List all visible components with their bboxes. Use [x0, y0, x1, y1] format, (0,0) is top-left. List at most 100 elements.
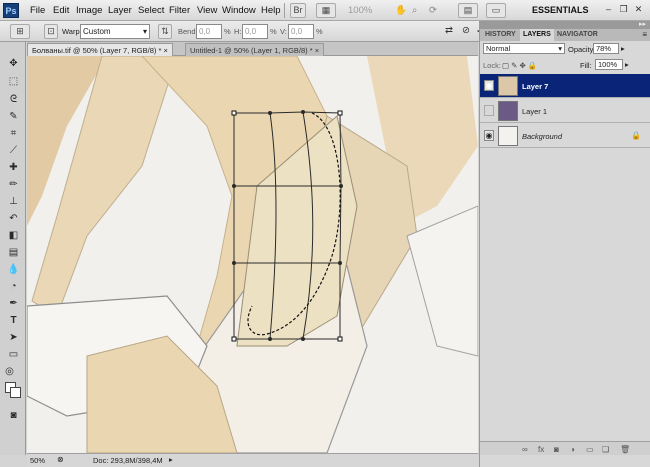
- fill-arrow-icon[interactable]: ▸: [625, 60, 629, 69]
- tab-label: Untitled-1 @ 50% (Layer 1, RGB/8) *: [190, 46, 313, 55]
- new-layer-icon[interactable]: ❏: [602, 445, 609, 454]
- quick-select-tool-icon[interactable]: ✎: [5, 109, 22, 124]
- menu-layer[interactable]: Layer: [108, 5, 132, 16]
- visibility-eye-icon[interactable]: ◉: [484, 130, 494, 141]
- toggle-warp-icon[interactable]: ⇄: [445, 25, 453, 36]
- layer-row-layer-1[interactable]: Layer 1: [480, 99, 650, 123]
- lasso-tool-icon[interactable]: ᘓ: [5, 92, 22, 107]
- artwork: [27, 56, 478, 453]
- document-canvas[interactable]: [27, 56, 478, 453]
- healing-brush-tool-icon[interactable]: ✚: [5, 160, 22, 175]
- bend-label: Bend:: [178, 27, 198, 36]
- panel-header-bar: [480, 21, 650, 29]
- adjustment-layer-icon[interactable]: ◑: [570, 445, 575, 454]
- fill-input[interactable]: 100%: [595, 59, 623, 70]
- photoshop-logo-icon: Ps: [3, 3, 19, 18]
- hand-tool-icon[interactable]: ✋: [395, 5, 407, 16]
- close-tab-icon[interactable]: ×: [315, 46, 319, 55]
- blend-mode-select[interactable]: Normal ▾: [483, 43, 565, 54]
- lock-icons[interactable]: ▢ ✎ ✥ 🔒: [502, 61, 537, 70]
- v-input[interactable]: 0,0: [288, 24, 314, 39]
- status-doc-size: Doc: 293,8M/398,4M: [93, 456, 163, 465]
- dodge-tool-icon[interactable]: ◔: [5, 279, 22, 294]
- gradient-tool-icon[interactable]: ▤: [5, 245, 22, 260]
- zoom-level[interactable]: 100%: [348, 5, 372, 16]
- warp-style-value: Custom: [83, 27, 111, 36]
- tab-history[interactable]: HISTORY: [482, 29, 519, 41]
- path-selection-tool-icon[interactable]: ➤: [5, 330, 22, 345]
- close-tab-icon[interactable]: ×: [163, 46, 167, 55]
- menu-file[interactable]: File: [30, 5, 45, 16]
- document-tabs: Болваны.tif @ 50% (Layer 7, RGB/8) * × U…: [27, 42, 478, 56]
- add-mask-icon[interactable]: ◙: [554, 445, 559, 454]
- h-unit: %: [270, 27, 277, 36]
- new-group-icon[interactable]: ▭: [586, 445, 594, 454]
- pen-tool-icon[interactable]: ✒: [5, 296, 22, 311]
- tab-navigator[interactable]: NAVIGATOR: [554, 29, 601, 41]
- zoom-tool-icon[interactable]: ⌕: [412, 5, 417, 16]
- crop-tool-icon[interactable]: ⌗: [5, 126, 22, 141]
- blend-mode-value: Normal: [486, 44, 511, 53]
- status-zoom[interactable]: 50%: [30, 456, 45, 465]
- tab-untitled-document[interactable]: Untitled-1 @ 50% (Layer 1, RGB/8) * ×: [185, 43, 325, 56]
- layer-row-background[interactable]: ◉ Background 🔒: [480, 124, 650, 148]
- arrange-documents-icon[interactable]: ▤: [458, 3, 478, 18]
- warp-orientation-icon[interactable]: ⇅: [158, 24, 172, 39]
- rotate-view-icon[interactable]: ⟳: [429, 5, 437, 16]
- layer-style-icon[interactable]: fx: [538, 445, 544, 454]
- view-extras-icon[interactable]: ▦: [316, 3, 336, 18]
- background-color-swatch[interactable]: [10, 387, 21, 398]
- menu-help[interactable]: Help: [261, 5, 281, 16]
- menu-window[interactable]: Window: [222, 5, 256, 16]
- panel-menu-icon[interactable]: ≡: [642, 30, 647, 39]
- delete-layer-icon[interactable]: 🗑: [620, 445, 630, 454]
- warp-style-select[interactable]: Custom ▾: [80, 24, 150, 39]
- opacity-arrow-icon[interactable]: ▸: [621, 44, 625, 53]
- eyedropper-tool-icon[interactable]: ⟋: [5, 143, 22, 158]
- history-brush-tool-icon[interactable]: ↶: [5, 211, 22, 226]
- quick-mask-icon[interactable]: ◙: [5, 408, 22, 423]
- warp-mode-icon[interactable]: ⊡: [44, 24, 58, 39]
- marquee-tool-icon[interactable]: ⬚: [5, 74, 22, 89]
- visibility-eye-icon[interactable]: [484, 105, 494, 116]
- visibility-eye-icon[interactable]: ◉: [484, 80, 494, 91]
- collapse-panel-icon[interactable]: ▸▸: [639, 20, 646, 28]
- menu-edit[interactable]: Edit: [53, 5, 69, 16]
- type-tool-icon[interactable]: T: [5, 313, 22, 328]
- tab-active-document[interactable]: Болваны.tif @ 50% (Layer 7, RGB/8) * ×: [27, 43, 173, 56]
- v-unit: %: [316, 27, 323, 36]
- close-icon[interactable]: ✕: [633, 4, 644, 15]
- move-tool-icon[interactable]: ✥: [5, 56, 22, 71]
- status-menu-arrow-icon[interactable]: ▸: [169, 455, 173, 464]
- clone-stamp-tool-icon[interactable]: ⊥: [5, 194, 22, 209]
- bend-input[interactable]: 0,0: [196, 24, 222, 39]
- workspace-switcher[interactable]: ESSENTIALS: [532, 5, 589, 15]
- menu-view[interactable]: View: [197, 5, 217, 16]
- tab-layers[interactable]: LAYERS: [520, 29, 554, 41]
- screen-mode-icon[interactable]: ▭: [486, 3, 506, 18]
- 3d-rotate-tool-icon[interactable]: ◎: [1, 364, 18, 379]
- restore-icon[interactable]: ❐: [618, 4, 629, 15]
- link-layers-icon[interactable]: ∞: [522, 445, 528, 454]
- v-label: V:: [280, 27, 287, 36]
- tool-preset-icon[interactable]: ⊞: [10, 24, 30, 39]
- menu-select[interactable]: Select: [138, 5, 164, 16]
- layer-thumbnail: [498, 76, 518, 96]
- menu-image[interactable]: Image: [76, 5, 102, 16]
- minimize-icon[interactable]: –: [603, 4, 614, 15]
- menu-filter[interactable]: Filter: [169, 5, 190, 16]
- cancel-transform-icon[interactable]: ⊘: [462, 25, 470, 36]
- layer-row-layer-7[interactable]: ◉ Layer 7: [480, 74, 650, 98]
- h-input[interactable]: 0,0: [242, 24, 268, 39]
- eraser-tool-icon[interactable]: ◧: [5, 228, 22, 243]
- brush-tool-icon[interactable]: ✏: [5, 177, 22, 192]
- blur-tool-icon[interactable]: 💧: [5, 262, 22, 277]
- opacity-input[interactable]: 78%: [593, 43, 619, 54]
- tab-label: Болваны.tif @ 50% (Layer 7, RGB/8) *: [32, 46, 162, 55]
- shape-tool-icon[interactable]: ▭: [5, 347, 22, 362]
- layers-panel: ▸▸ HISTORY LAYERS NAVIGATOR ≡ Normal ▾ Op…: [479, 21, 650, 467]
- status-info-icon[interactable]: ⊗: [57, 455, 64, 464]
- lock-label: Lock:: [483, 61, 501, 70]
- fill-label: Fill:: [580, 61, 592, 70]
- bridge-icon[interactable]: Br: [290, 3, 306, 18]
